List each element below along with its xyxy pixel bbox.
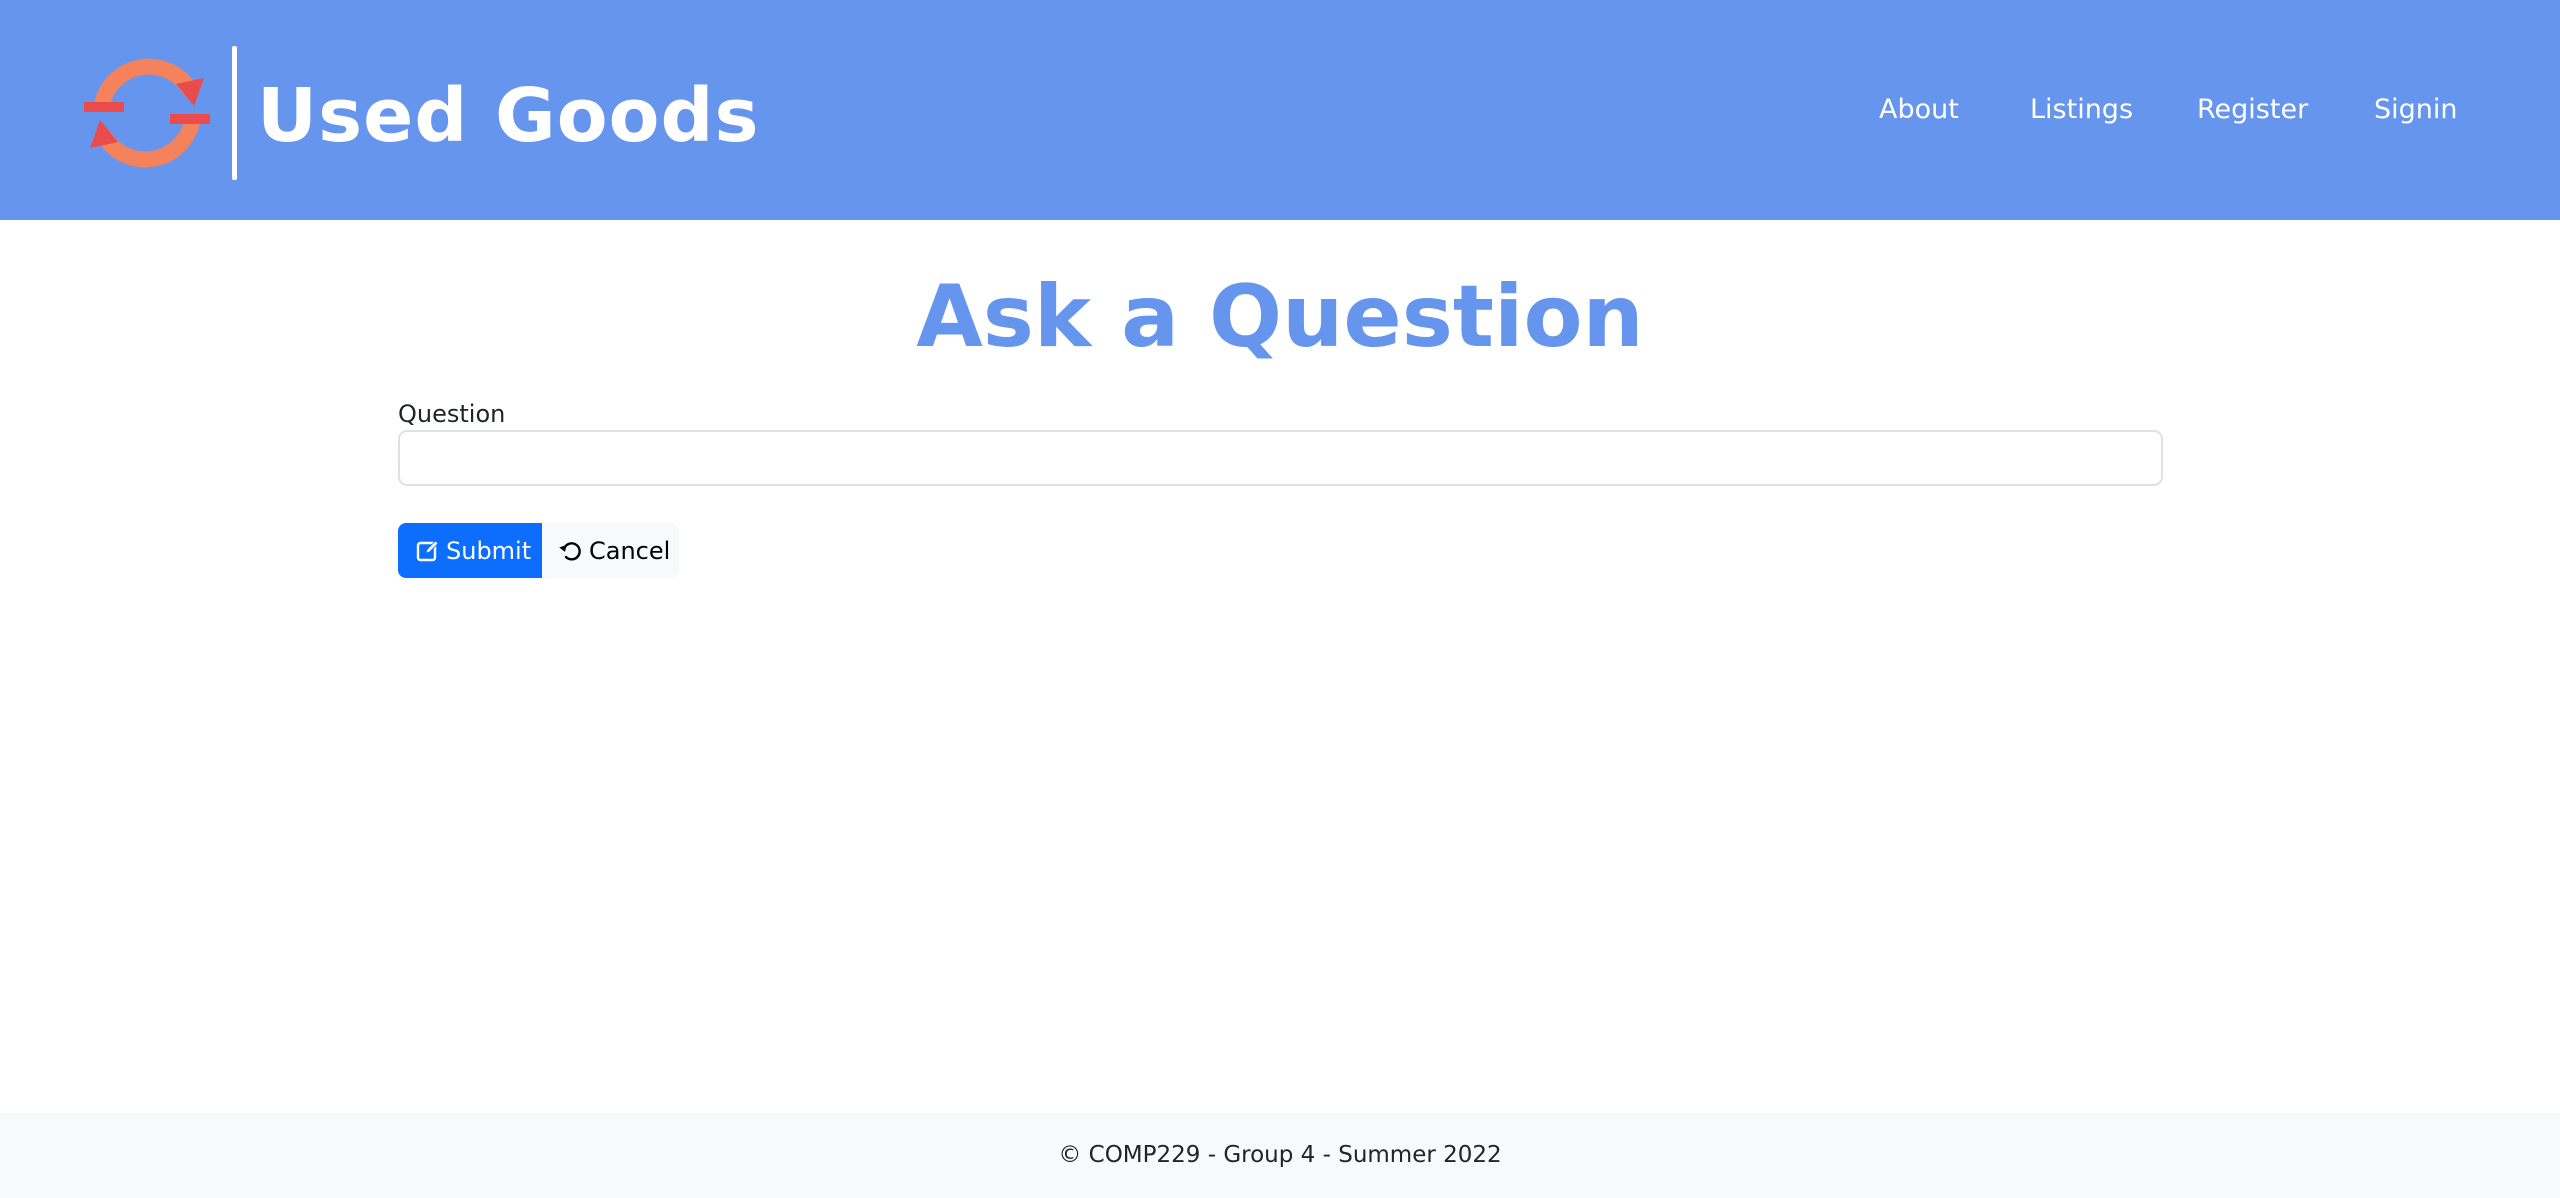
recycle-arrows-icon [84, 58, 210, 168]
logo-divider [232, 46, 237, 180]
question-label: Question [398, 400, 506, 428]
site-header: Used Goods About Listings Register Signi… [0, 0, 2560, 220]
site-footer: © COMP229 - Group 4 - Summer 2022 [0, 1113, 2560, 1198]
nav-link-about[interactable]: About [1879, 88, 1959, 132]
nav-link-listings[interactable]: Listings [2030, 88, 2133, 132]
submit-label: Submit [446, 536, 532, 565]
brand-name[interactable]: Used Goods [257, 66, 760, 166]
edit-icon [416, 539, 439, 561]
nav-link-register[interactable]: Register [2197, 88, 2308, 132]
cancel-button[interactable]: Cancel [542, 523, 679, 578]
question-input[interactable] [398, 430, 2163, 486]
page-title: Ask a Question [916, 267, 1644, 367]
nav-link-signin[interactable]: Signin [2374, 88, 2458, 132]
footer-copyright: © COMP229 - Group 4 - Summer 2022 [1058, 1142, 1502, 1168]
submit-button[interactable]: Submit [398, 523, 542, 578]
undo-icon [559, 541, 581, 561]
cancel-label: Cancel [589, 536, 671, 565]
